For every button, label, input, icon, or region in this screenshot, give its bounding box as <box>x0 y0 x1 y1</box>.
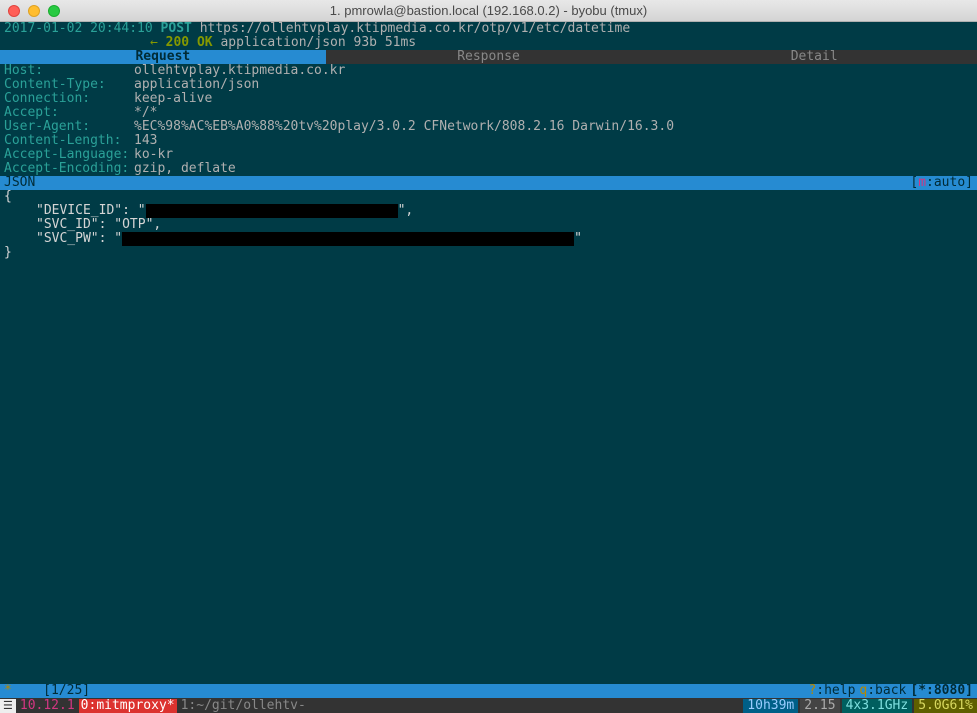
tmux-window-1[interactable]: 1:~/git/ollehtv- <box>177 699 310 713</box>
traffic-lights <box>8 5 60 17</box>
header-key: Connection: <box>4 92 134 106</box>
header-val: 143 <box>134 134 157 148</box>
tab-response[interactable]: Response <box>326 50 652 64</box>
header-val: gzip, deflate <box>134 162 236 176</box>
load-badge: 2.15 <box>800 699 839 713</box>
header-val: */* <box>134 106 157 120</box>
zoom-icon[interactable] <box>48 5 60 17</box>
header-key: Accept-Encoding: <box>4 162 134 176</box>
request-url: https://ollehtvplay.ktipmedia.co.kr/otp/… <box>200 21 630 36</box>
request-summary-line: 2017-01-02 20:44:10 POST https://ollehtv… <box>0 22 977 36</box>
request-headers: Host:ollehtvplay.ktipmedia.co.kr Content… <box>0 64 977 176</box>
json-line-svc-pw: "SVC_PW": " " <box>4 232 973 246</box>
status-right: ?:help q:back [*:8080] <box>808 684 973 698</box>
tmux-window-0[interactable]: 0:mitmproxy* <box>79 699 177 713</box>
header-key: Content-Type: <box>4 78 134 92</box>
redacted-value <box>122 232 574 246</box>
status-code: 200 OK <box>166 35 213 50</box>
header-key: Accept: <box>4 106 134 120</box>
header-row: Accept-Language:ko-kr <box>4 148 973 162</box>
json-line-svc-id: "SVC_ID": "OTP", <box>4 218 973 232</box>
tabs: Request Response Detail <box>0 50 977 64</box>
titlebar: 1. pmrowla@bastion.local (192.168.0.2) -… <box>0 0 977 22</box>
header-row: Accept:*/* <box>4 106 973 120</box>
header-key: Content-Length: <box>4 134 134 148</box>
close-icon[interactable] <box>8 5 20 17</box>
terminal-spacer <box>0 260 977 684</box>
window-title: 1. pmrowla@bastion.local (192.168.0.2) -… <box>330 3 647 18</box>
json-mode: [m:auto] <box>910 176 973 190</box>
header-val: application/json <box>134 78 259 92</box>
os-version: 10.12.1 <box>16 699 79 713</box>
http-method: POST <box>161 21 192 36</box>
header-key: User-Agent: <box>4 120 134 134</box>
header-val: %EC%98%AC%EB%A0%88%20tv%20play/3.0.2 CFN… <box>134 120 674 134</box>
json-bar: JSON [m:auto] <box>0 176 977 190</box>
json-line-device-id: "DEVICE_ID": " ", <box>4 204 973 218</box>
response-summary-line: ← 200 OK application/json 93b 51ms <box>0 36 977 50</box>
uptime-badge: 10h39m <box>743 699 798 713</box>
header-key: Accept-Language: <box>4 148 134 162</box>
flow-position: [1/25] <box>43 683 90 698</box>
tab-detail[interactable]: Detail <box>651 50 977 64</box>
arrow-left-icon: ← <box>150 35 158 50</box>
json-body: { "DEVICE_ID": " ", "SVC_ID": "OTP", "SV… <box>0 190 977 260</box>
header-val: keep-alive <box>134 92 212 106</box>
json-label: JSON <box>4 176 35 190</box>
header-val: ko-kr <box>134 148 173 162</box>
tab-request[interactable]: Request <box>0 50 326 64</box>
header-row: User-Agent:%EC%98%AC%EB%A0%88%20tv%20pla… <box>4 120 973 134</box>
header-row: Host:ollehtvplay.ktipmedia.co.kr <box>4 64 973 78</box>
header-row: Accept-Encoding:gzip, deflate <box>4 162 973 176</box>
redacted-value <box>146 204 398 218</box>
tmux-statusbar: ☰ 10.12.1 0:mitmproxy* 1:~/git/ollehtv- … <box>0 698 977 713</box>
cpu-badge: 4x3.1GHz <box>842 699 913 713</box>
timestamp: 2017-01-02 20:44:10 <box>4 21 153 36</box>
terminal[interactable]: 2017-01-02 20:44:10 POST https://ollehtv… <box>0 22 977 713</box>
status-left: * [1/25] <box>4 684 90 698</box>
memory-badge: 5.0G61% <box>914 699 977 713</box>
port-badge: [*:8080] <box>910 684 973 698</box>
header-row: Connection:keep-alive <box>4 92 973 106</box>
header-val: ollehtvplay.ktipmedia.co.kr <box>134 64 345 78</box>
json-open: { <box>4 190 973 204</box>
header-key: Host: <box>4 64 134 78</box>
header-row: Content-Type:application/json <box>4 78 973 92</box>
byobu-logo-icon: ☰ <box>0 699 16 713</box>
json-close: } <box>4 246 973 260</box>
header-row: Content-Length:143 <box>4 134 973 148</box>
minimize-icon[interactable] <box>28 5 40 17</box>
status-meta: application/json 93b 51ms <box>220 35 416 50</box>
mitmproxy-statusbar: * [1/25] ?:help q:back [*:8080] <box>0 684 977 698</box>
